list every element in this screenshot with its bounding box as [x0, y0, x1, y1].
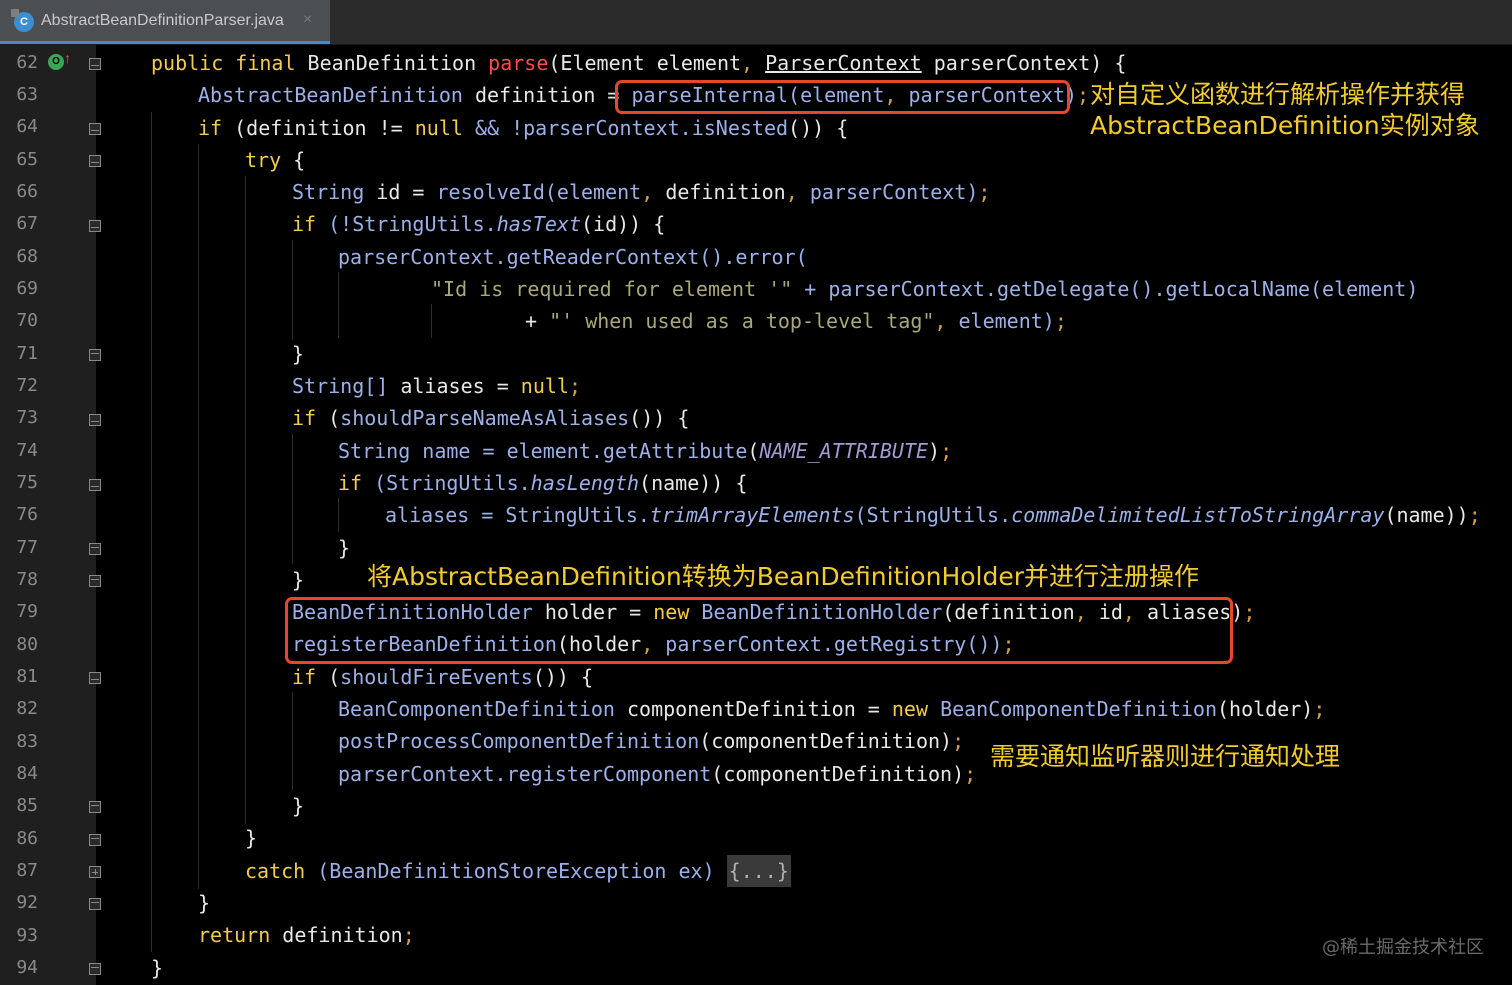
line-number: 92 — [16, 892, 38, 913]
line-number: 69 — [16, 278, 38, 299]
line-number: 72 — [16, 375, 38, 396]
indent-guide — [338, 272, 339, 338]
code-line-84[interactable]: parserContext.registerComponent(componen… — [338, 758, 976, 790]
code-line-74[interactable]: String name = element.getAttribute(NAME_… — [338, 435, 952, 467]
code-line-83[interactable]: postProcessComponentDefinition(component… — [338, 725, 964, 757]
line-number: 82 — [16, 698, 38, 719]
fold-close-icon[interactable] — [89, 898, 101, 910]
line-number: 64 — [16, 116, 38, 137]
close-icon[interactable]: × — [303, 11, 312, 29]
watermark: @稀土掘金技术社区 — [1322, 937, 1484, 958]
code-line-70[interactable]: + "' when used as a top-level tag", elem… — [525, 305, 1067, 337]
override-method-icon[interactable]: O — [48, 54, 64, 70]
line-number: 68 — [16, 246, 38, 267]
annotation-parse-internal-line2: AbstractBeanDefinition实例对象 — [1090, 111, 1480, 140]
annotation-register: 将AbstractBeanDefinition转换为BeanDefinition… — [367, 562, 1200, 591]
fold-close-icon[interactable] — [89, 834, 101, 846]
fold-open-icon[interactable] — [89, 479, 101, 491]
indent-guide — [292, 240, 293, 340]
fold-close-icon[interactable] — [89, 575, 101, 587]
fold-close-icon[interactable] — [89, 349, 101, 361]
line-number: 70 — [16, 310, 38, 331]
code-line-65[interactable]: try { — [245, 144, 305, 176]
code-line-82[interactable]: BeanComponentDefinition componentDefinit… — [338, 693, 1325, 725]
line-number: 75 — [16, 472, 38, 493]
code-line-67[interactable]: if (!StringUtils.hasText(id)) { — [292, 208, 665, 240]
code-line-68[interactable]: parserContext.getReaderContext().error( — [338, 241, 808, 273]
line-number: 76 — [16, 504, 38, 525]
code-line-64[interactable]: if (definition != null && !parserContext… — [198, 112, 848, 144]
code-line-86[interactable]: } — [245, 822, 257, 854]
line-number: 94 — [16, 957, 38, 978]
line-number: 83 — [16, 731, 38, 752]
editor-tab-bar: C AbstractBeanDefinitionParser.java × — [0, 0, 1512, 45]
collapsed-block[interactable]: {...} — [726, 855, 791, 887]
indent-guide — [292, 692, 293, 790]
line-number: 67 — [16, 213, 38, 234]
fold-open-icon[interactable] — [89, 220, 101, 232]
line-number: 62 — [16, 52, 38, 73]
code-line-85[interactable]: } — [292, 790, 304, 822]
code-line-78[interactable]: } — [292, 564, 304, 596]
line-number: 79 — [16, 601, 38, 622]
code-line-71[interactable]: } — [292, 338, 304, 370]
fold-expand-icon[interactable] — [89, 866, 101, 878]
code-line-66[interactable]: String id = resolveId(element, definitio… — [292, 176, 990, 208]
code-line-94[interactable]: } — [151, 952, 163, 984]
code-line-93[interactable]: return definition; — [198, 919, 415, 951]
code-line-76[interactable]: aliases = StringUtils.trimArrayElements(… — [385, 499, 1481, 531]
code-line-81[interactable]: if (shouldFireEvents()) { — [292, 661, 593, 693]
fold-close-icon[interactable] — [89, 543, 101, 555]
code-line-77[interactable]: } — [338, 532, 350, 564]
line-number: 66 — [16, 181, 38, 202]
code-line-62[interactable]: public final BeanDefinition parse(Elemen… — [151, 47, 1126, 79]
highlight-box-parse-internal — [615, 80, 1070, 114]
line-number: 63 — [16, 84, 38, 105]
code-line-87[interactable]: catch (BeanDefinitionStoreException ex) … — [245, 855, 791, 887]
line-number: 77 — [16, 537, 38, 558]
annotation-parse-internal-line1: 对自定义函数进行解析操作并获得 — [1090, 80, 1466, 109]
code-line-92[interactable]: } — [198, 887, 210, 919]
fold-open-icon[interactable] — [89, 414, 101, 426]
line-number: 80 — [16, 634, 38, 655]
indent-guide — [431, 304, 432, 338]
code-line-72[interactable]: String[] aliases = null; — [292, 370, 581, 402]
indent-guide — [292, 434, 293, 564]
line-number: 93 — [16, 925, 38, 946]
fold-close-icon[interactable] — [89, 801, 101, 813]
line-number: 85 — [16, 795, 38, 816]
code-line-75[interactable]: if (StringUtils.hasLength(name)) { — [338, 467, 747, 499]
line-number: 84 — [16, 763, 38, 784]
override-arrow-icon: ↑ — [64, 50, 71, 66]
fold-open-icon[interactable] — [89, 123, 101, 135]
line-number: 73 — [16, 407, 38, 428]
line-number-gutter: 62 63 64 65 66 67 68 69 70 71 72 73 74 7… — [0, 44, 101, 985]
indent-guide — [151, 112, 152, 952]
indent-guide — [338, 498, 339, 532]
java-class-icon: C — [11, 9, 34, 32]
line-number: 74 — [16, 440, 38, 461]
fold-open-icon[interactable] — [89, 155, 101, 167]
highlight-box-register — [285, 597, 1233, 664]
line-number: 81 — [16, 666, 38, 687]
line-number: 86 — [16, 828, 38, 849]
line-number: 87 — [16, 860, 38, 881]
code-line-73[interactable]: if (shouldParseNameAsAliases()) { — [292, 402, 689, 434]
fold-open-icon[interactable] — [89, 672, 101, 684]
line-number: 78 — [16, 569, 38, 590]
line-number: 71 — [16, 343, 38, 364]
indent-guide — [245, 176, 246, 824]
annotation-fire-events: 需要通知监听器则进行通知处理 — [990, 742, 1341, 771]
fold-open-icon[interactable] — [89, 58, 101, 70]
tab-title: AbstractBeanDefinitionParser.java — [41, 12, 284, 29]
code-line-69[interactable]: "Id is required for element '" + parserC… — [431, 273, 1418, 305]
line-number: 65 — [16, 149, 38, 170]
indent-guide — [198, 144, 199, 889]
tab-abstract-bean-definition-parser[interactable]: C AbstractBeanDefinitionParser.java × — [0, 0, 330, 44]
fold-close-icon[interactable] — [89, 963, 101, 975]
